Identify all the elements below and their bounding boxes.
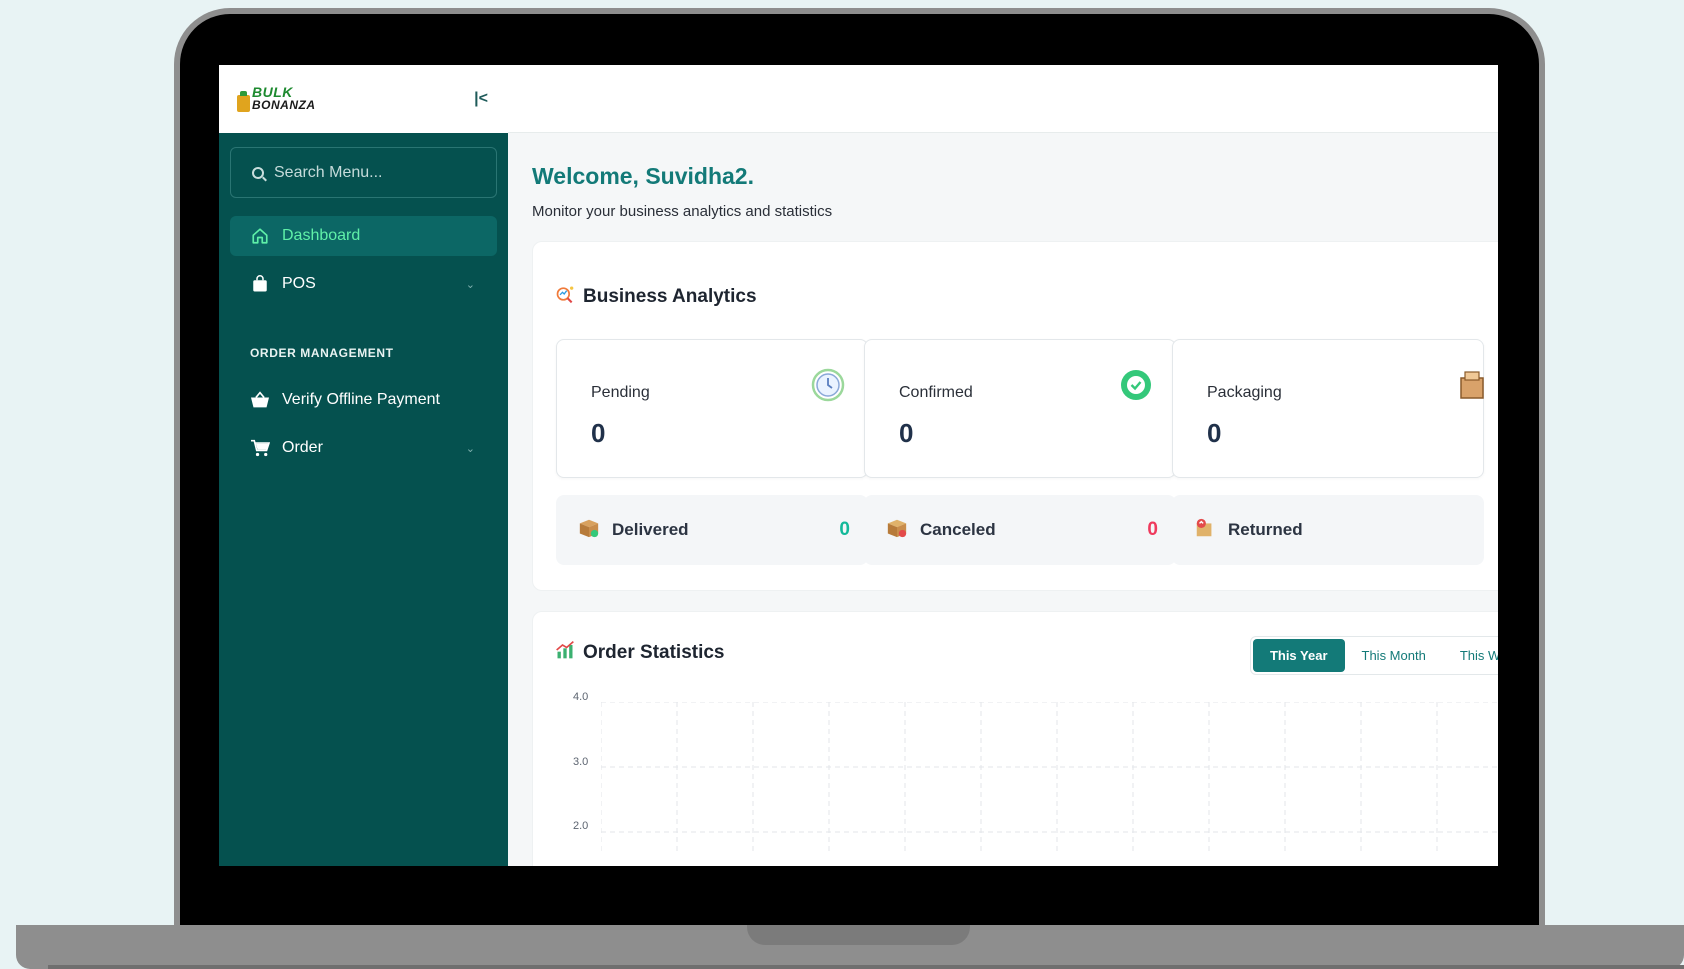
brand-logo[interactable]: BULK BONANZA: [237, 85, 316, 112]
sidebar-item-verify-offline-payment[interactable]: Verify Offline Payment: [230, 380, 497, 420]
tab-this-year[interactable]: This Year: [1252, 639, 1345, 672]
sidebar-item-pos[interactable]: POS ⌄: [230, 264, 497, 304]
home-icon: [250, 227, 270, 245]
shopping-bag-icon: [250, 275, 270, 293]
box-cancel-icon: [886, 517, 908, 544]
sidebar-item-order[interactable]: Order ⌄: [230, 428, 497, 468]
chevron-down-icon: ⌄: [465, 278, 475, 291]
analytics-icon: [555, 284, 575, 310]
laptop-notch: [747, 925, 970, 945]
y-axis-tick: 2.0: [573, 820, 589, 832]
tab-this-month[interactable]: This Month: [1345, 639, 1443, 672]
order-statistics-title: Order Statistics: [583, 642, 725, 663]
stat-card-value: 0: [591, 418, 606, 448]
package-icon: [1455, 368, 1489, 407]
mini-card-label: Returned: [1228, 520, 1303, 539]
stat-card-pending[interactable]: Pending 0: [556, 339, 868, 478]
chevron-down-icon: ⌄: [465, 442, 475, 455]
tab-this-week[interactable]: This Week: [1443, 639, 1498, 672]
collapse-sidebar-icon[interactable]: |<: [474, 90, 488, 108]
stat-card-label: Confirmed: [899, 384, 973, 401]
mini-card-label: Canceled: [920, 520, 996, 539]
sidebar-item-label: Dashboard: [282, 227, 361, 244]
order-statistics-panel: Order Statistics This Year This Month Th…: [532, 611, 1498, 866]
logo-bag-icon: [237, 91, 250, 112]
mini-card-label: Delivered: [612, 520, 689, 539]
period-tabs: This Year This Month This Week: [1249, 636, 1498, 675]
business-analytics-title: Business Analytics: [583, 286, 757, 307]
clock-icon: [811, 368, 845, 407]
return-box-icon: [1194, 517, 1216, 544]
section-label-order-management: ORDER MANAGEMENT: [250, 346, 394, 360]
stat-card-value: 0: [1207, 418, 1222, 448]
search-menu[interactable]: [230, 147, 497, 198]
search-menu-input[interactable]: [274, 163, 484, 182]
sidebar: BULK BONANZA |< Dashboard POS ⌄ ORDER MA…: [219, 65, 508, 866]
cart-icon: [250, 439, 270, 457]
box-icon: [578, 517, 600, 544]
y-axis-tick: 3.0: [573, 756, 589, 768]
sidebar-item-label: Verify Offline Payment: [282, 391, 440, 408]
mini-card-canceled[interactable]: Canceled 0: [864, 495, 1176, 565]
search-icon: [252, 166, 264, 179]
stat-card-value: 0: [899, 418, 914, 448]
sidebar-item-label: Order: [282, 439, 323, 456]
stat-card-confirmed[interactable]: Confirmed 0: [864, 339, 1176, 478]
stat-card-label: Pending: [591, 384, 650, 401]
chart-grid: [601, 702, 1498, 852]
sidebar-item-label: POS: [282, 275, 316, 292]
logo-text-line2: BONANZA: [252, 98, 316, 112]
business-analytics-panel: Business Analytics Pending 0 Confirmed 0…: [532, 241, 1498, 591]
basket-icon: [250, 391, 270, 409]
mini-card-returned[interactable]: Returned: [1172, 495, 1484, 565]
mini-card-delivered[interactable]: Delivered 0: [556, 495, 868, 565]
top-bar: [508, 65, 1498, 133]
laptop-base-edge: [48, 965, 1684, 969]
laptop-screen: BULK BONANZA |< Dashboard POS ⌄ ORDER MA…: [219, 65, 1498, 866]
sidebar-header: BULK BONANZA |<: [219, 65, 508, 133]
page-title: Welcome, Suvidha2.: [532, 163, 754, 189]
bar-chart-icon: [555, 640, 575, 666]
y-axis-tick: 4.0: [573, 691, 589, 703]
stat-card-label: Packaging: [1207, 384, 1282, 401]
page-subtitle: Monitor your business analytics and stat…: [532, 203, 833, 220]
sidebar-item-dashboard[interactable]: Dashboard: [230, 216, 497, 256]
mini-card-value: 0: [839, 519, 850, 540]
check-circle-icon: [1119, 368, 1153, 407]
main-content: Welcome, Suvidha2. Monitor your business…: [508, 133, 1498, 866]
stat-card-packaging[interactable]: Packaging 0: [1172, 339, 1484, 478]
mini-card-value: 0: [1147, 519, 1158, 540]
